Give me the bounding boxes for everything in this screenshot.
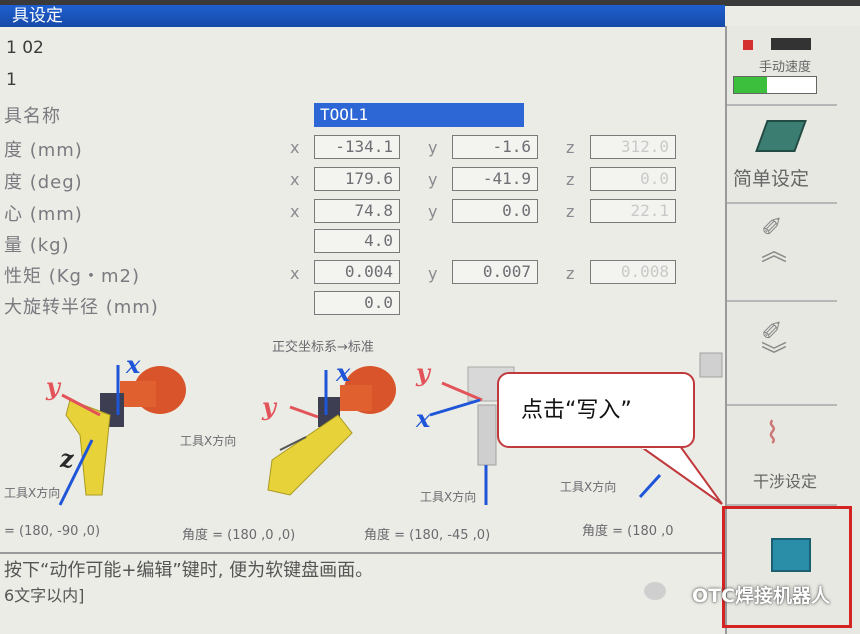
axis-z-label: z [566,170,575,189]
battery-icon [771,38,811,50]
angle-caption: = (180, -90 ,0) [4,524,101,539]
angle-caption: 角度 = (180 ,0 [582,524,674,539]
axis-z-label: z [566,138,575,157]
status-message: 按下“动作可能+编辑”键时, 便为软键盘画面。 [4,560,374,581]
axis-y-label: y [428,138,438,157]
length-label: 度 (mm) [4,140,83,161]
callout-pointer [640,445,723,505]
axis-y-illustration-label: y [416,358,430,387]
page-down-icon: ✐ ︾ [761,317,788,371]
interference-setting-button[interactable]: ⌇ 干涉设定 [727,408,837,500]
instruction-callout: 点击“写入” [497,372,695,448]
angle-label: 度 (deg) [4,172,83,193]
center-x-field[interactable]: 74.8 [314,199,400,223]
tool-number: 1 02 [6,38,44,58]
status-hint: 6文字以内] [4,586,85,605]
page-up-button[interactable]: ✐ ︽ [727,206,837,296]
angle-z-field[interactable]: 0.0 [590,167,676,191]
inertia-label: 性矩 (Kg・m2) [4,266,140,287]
panel-divider [727,300,837,302]
max-radius-label: 大旋转半径 (mm) [4,297,159,318]
max-radius-field[interactable]: 0.0 [314,291,400,315]
teach-pendant-screen: 具设定 1 02 1 具名称 TOOL1 度 (mm) x -134.1 y -… [0,0,860,634]
page-up-icon: ✐ ︽ [761,213,788,267]
inertia-y-field[interactable]: 0.007 [452,260,538,284]
center-label: 心 (mm) [4,204,83,225]
write-button-highlight [722,506,852,628]
axis-x-label: x [290,264,300,283]
length-z-field[interactable]: 312.0 [590,135,676,159]
angle-y-field[interactable]: -41.9 [452,167,538,191]
axis-y-label: y [428,170,438,189]
interference-icon: ⌇ [765,416,780,451]
axis-x-illustration-label: x [336,358,351,387]
axis-x-label: x [290,202,300,221]
axis-z-label: z [566,264,575,283]
watermark-text: OTC焊接机器人 [692,585,831,607]
axis-y-illustration-label: y [262,392,276,421]
axis-z-illustration-label: z [60,444,74,473]
axis-x-label: x [290,170,300,189]
inertia-z-field[interactable]: 0.008 [590,260,676,284]
length-x-field[interactable]: -134.1 [314,135,400,159]
angle-caption: 角度 = (180 ,0 ,0) [182,528,296,543]
axis-y-illustration-label: y [46,372,60,401]
page-down-button[interactable]: ✐ ︾ [727,304,837,400]
speed-label: 手动速度 [759,60,812,75]
angle-x-field[interactable]: 179.6 [314,167,400,191]
center-z-field[interactable]: 22.1 [590,199,676,223]
angle-caption: 角度 = (180, -45 ,0) [364,528,491,543]
axis-x-illustration-label: x [126,350,141,379]
panel-divider [727,404,837,406]
window-title: 具设定 [0,5,725,27]
tool-x-direction-caption: 工具X方向 [420,490,477,504]
alarm-icon [743,40,753,50]
tool-name-field[interactable]: TOOL1 [314,103,524,127]
axis-y-label: y [428,202,438,221]
tool-x-direction-caption: 工具X方向 [4,486,61,500]
simple-setting-button[interactable]: 简单设定 [727,106,837,200]
axis-x-illustration-label: x [416,404,431,433]
inertia-x-field[interactable]: 0.004 [314,260,400,284]
tool-sub-label: 1 [6,70,17,90]
tool-name-label: 具名称 [4,106,61,127]
interference-label: 干涉设定 [753,472,818,491]
tool-x-direction-caption: 工具X方向 [180,434,237,448]
tool-x-direction-caption: 工具X方向 [560,480,617,494]
axis-z-label: z [566,202,575,221]
simple-setting-label: 简单设定 [733,168,810,190]
speed-gauge [733,76,817,94]
panel-divider [727,202,837,204]
simple-setting-icon [755,120,807,152]
status-divider [0,552,725,554]
mass-field[interactable]: 4.0 [314,229,400,253]
center-y-field[interactable]: 0.0 [452,199,538,223]
axis-x-label: x [290,138,300,157]
length-y-field[interactable]: -1.6 [452,135,538,159]
mass-label: 量 (kg) [4,235,70,256]
wechat-icon [644,582,666,600]
speed-gauge-fill [734,77,767,93]
axis-y-label: y [428,264,438,283]
